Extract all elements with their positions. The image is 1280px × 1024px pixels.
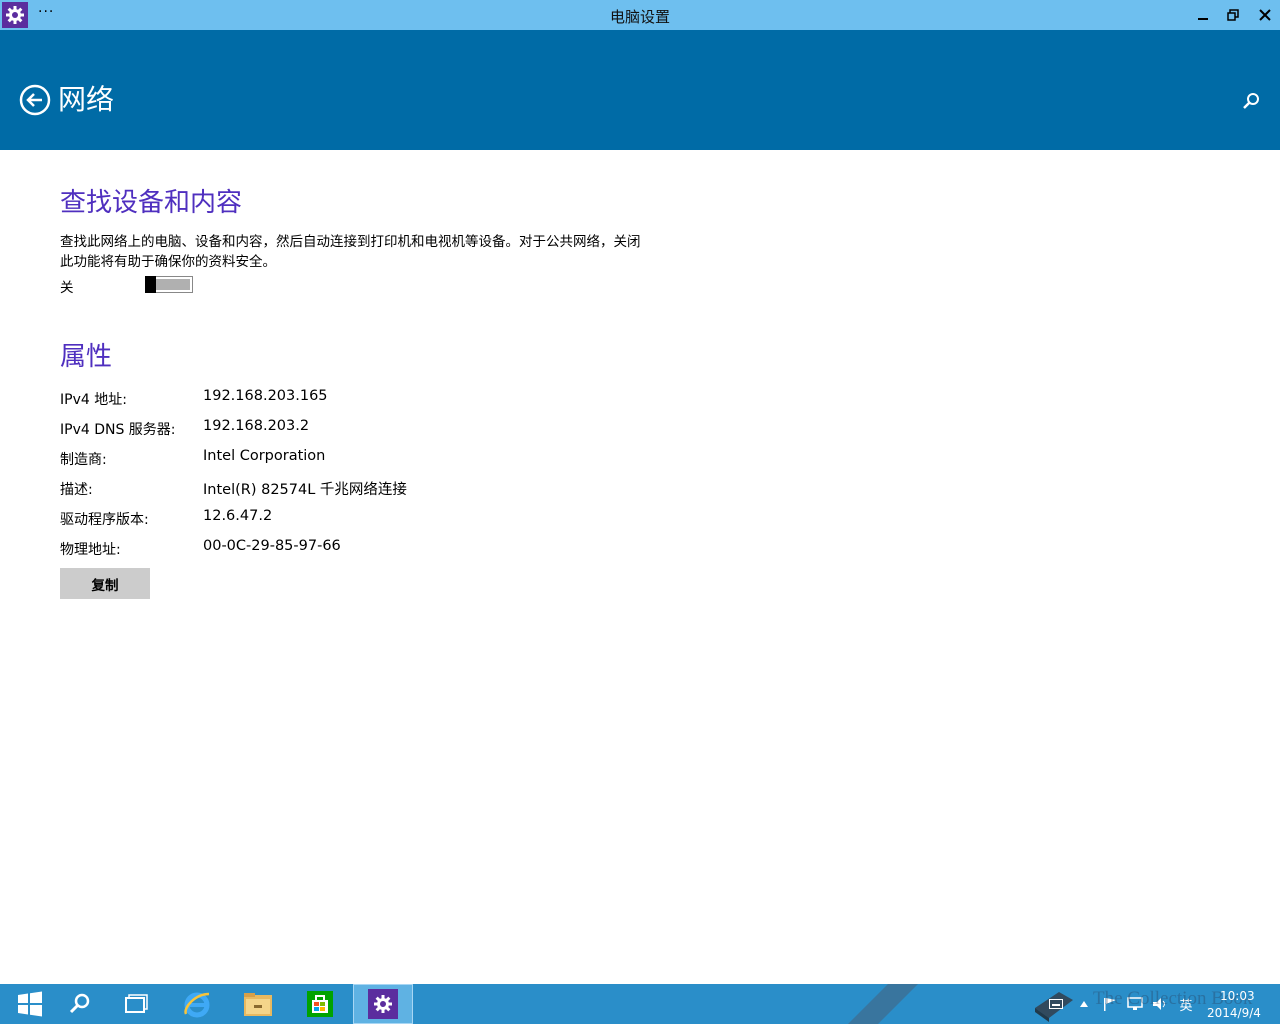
property-label: IPv4 地址: (60, 392, 127, 408)
taskbar-decoration (848, 984, 918, 1024)
restore-button[interactable] (1218, 0, 1248, 30)
task-view-button[interactable] (107, 984, 167, 1024)
physical-address-value: 00-0C-29-85-97-66 (203, 538, 341, 554)
store-button[interactable] (290, 984, 350, 1024)
properties-heading: 属性 (60, 342, 113, 372)
taskbar-search-button[interactable] (50, 984, 110, 1024)
description-value: Intel(R) 82574L 千兆网络连接 (203, 482, 407, 498)
copy-button[interactable]: 复制 (60, 568, 150, 599)
property-label: IPv4 DNS 服务器: (60, 422, 176, 438)
driver-version-value: 12.6.47.2 (203, 508, 273, 524)
clock-time[interactable]: 10:03 (1220, 989, 1255, 1003)
dns-server-value: 192.168.203.2 (203, 418, 310, 434)
internet-explorer-icon (184, 992, 210, 1018)
windows-logo-icon (18, 991, 42, 1017)
show-hidden-icons-chevron-icon[interactable] (1076, 984, 1092, 1024)
page-title: 网络 (58, 83, 115, 116)
settings-taskbar-button[interactable] (353, 984, 413, 1024)
task-view-icon (125, 994, 148, 1013)
ipv4-address-value: 192.168.203.165 (203, 388, 328, 404)
back-arrow-icon (19, 84, 51, 116)
property-label: 制造商: (60, 452, 107, 468)
settings-gear-icon (368, 989, 398, 1019)
property-label: 物理地址: (60, 542, 121, 558)
store-icon (307, 991, 333, 1017)
folder-icon (244, 993, 272, 1016)
find-devices-description: 查找此网络上的电脑、设备和内容，然后自动连接到打印机和电视机等设备。对于公共网络… (60, 234, 641, 270)
minimize-icon (1198, 18, 1208, 20)
minimize-button[interactable] (1188, 0, 1218, 30)
clock-date[interactable]: 2014/9/4 (1207, 1006, 1261, 1020)
find-devices-toggle[interactable] (145, 276, 193, 293)
title-bar: ··· 电脑设置 (0, 0, 1280, 30)
page-header: 网络 (0, 30, 1280, 150)
internet-explorer-button[interactable] (167, 984, 227, 1024)
search-icon (69, 993, 90, 1014)
window-title: 电脑设置 (609, 8, 670, 26)
find-devices-heading: 查找设备和内容 (60, 188, 243, 218)
manufacturer-value: Intel Corporation (203, 448, 326, 464)
toggle-thumb[interactable] (145, 276, 156, 293)
property-label: 驱动程序版本: (60, 512, 149, 528)
keyboard-icon[interactable] (1046, 984, 1066, 1024)
back-button[interactable] (19, 84, 51, 116)
file-explorer-button[interactable] (228, 984, 288, 1024)
property-label: 描述: (60, 482, 93, 498)
search-icon (1243, 93, 1259, 109)
close-icon (1259, 9, 1271, 21)
restore-icon (1227, 9, 1239, 21)
search-button[interactable] (1240, 90, 1262, 112)
close-button[interactable] (1250, 0, 1280, 30)
toggle-state-label: 关 (60, 280, 74, 296)
